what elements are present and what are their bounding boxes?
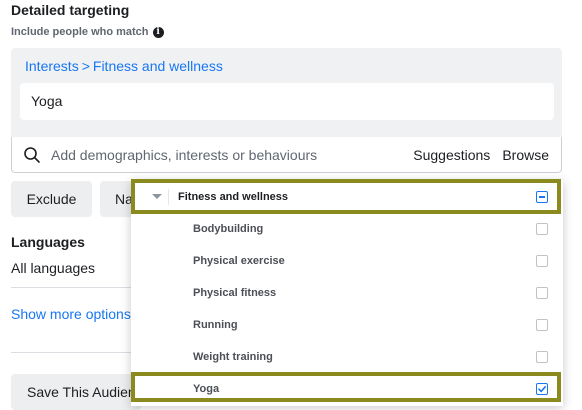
list-item-running[interactable]: Running	[131, 309, 563, 341]
breadcrumb-interests[interactable]: Interests	[25, 58, 79, 74]
section-title: Detailed targeting	[11, 2, 130, 18]
info-icon[interactable]: i	[152, 26, 164, 38]
browse-dropdown: Fitness and wellness Bodybuilding Physic…	[131, 180, 563, 406]
selected-interest-yoga[interactable]: Yoga	[20, 83, 554, 120]
exclude-button[interactable]: Exclude	[11, 181, 92, 217]
list-item-physical-fitness[interactable]: Physical fitness	[131, 277, 563, 309]
item-checkbox[interactable]	[536, 255, 548, 267]
caret-down-icon[interactable]	[152, 194, 162, 199]
item-label: Weight training	[193, 351, 273, 363]
item-label: Physical fitness	[193, 287, 277, 299]
item-checkbox[interactable]	[536, 223, 548, 235]
item-label: Bodybuilding	[193, 223, 264, 235]
item-label: Yoga	[193, 383, 220, 395]
search-icon	[24, 146, 40, 163]
breadcrumb-fitness[interactable]: Fitness and wellness	[93, 58, 223, 74]
item-checkbox[interactable]	[536, 351, 548, 363]
divider	[168, 189, 169, 205]
item-checkbox-checked[interactable]	[536, 383, 548, 395]
languages-value[interactable]: All languages	[11, 260, 95, 276]
show-more-options-link[interactable]: Show more options	[11, 306, 131, 322]
divider	[11, 287, 141, 288]
subtitle-text: Include people who match	[11, 26, 149, 38]
category-row-fitness[interactable]: Fitness and wellness	[131, 180, 563, 213]
list-item-bodybuilding[interactable]: Bodybuilding	[131, 213, 563, 245]
list-item-weight-training[interactable]: Weight training	[131, 341, 563, 373]
checkmark-icon	[538, 385, 546, 393]
item-checkbox[interactable]	[536, 319, 548, 331]
breadcrumb-separator: >	[81, 58, 90, 74]
divider	[11, 352, 141, 353]
category-checkbox[interactable]	[536, 190, 548, 203]
list-item-yoga[interactable]: Yoga	[131, 373, 563, 405]
item-label: Physical exercise	[193, 255, 285, 267]
list-item-physical-exercise[interactable]: Physical exercise	[131, 245, 563, 277]
save-audience-button[interactable]: Save This Audien	[11, 374, 141, 410]
search-input[interactable]: Add demographics, interests or behaviour…	[51, 147, 413, 163]
section-subtitle: Include people who match i	[11, 26, 164, 38]
item-label: Running	[193, 319, 238, 331]
category-label: Fitness and wellness	[178, 190, 289, 203]
search-bar[interactable]: Add demographics, interests or behaviour…	[11, 137, 562, 173]
languages-label: Languages	[11, 234, 85, 250]
browse-button[interactable]: Browse	[502, 147, 549, 163]
suggestions-button[interactable]: Suggestions	[413, 147, 490, 163]
item-checkbox[interactable]	[536, 287, 548, 299]
breadcrumb: Interests > Fitness and wellness	[25, 58, 223, 74]
